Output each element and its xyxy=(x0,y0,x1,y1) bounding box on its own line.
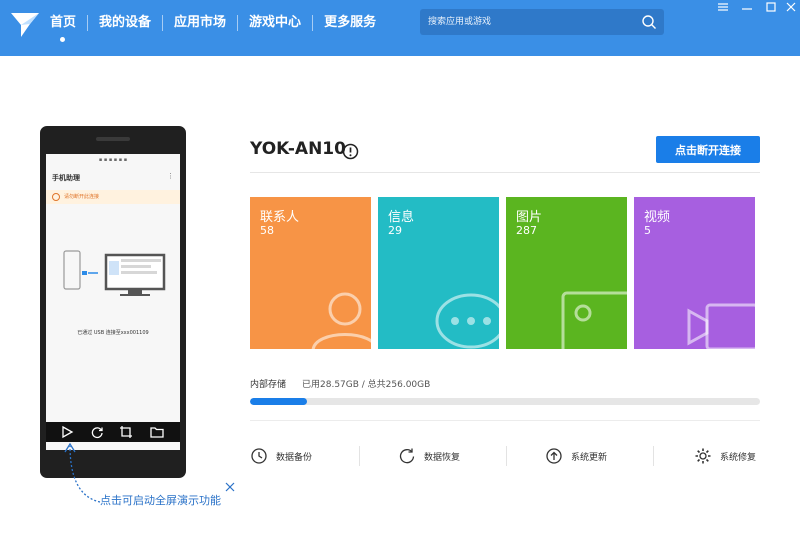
tile-label: 信息 xyxy=(388,210,415,225)
tile-count: 5 xyxy=(644,224,651,237)
warning-icon xyxy=(52,193,60,201)
disconnect-button[interactable]: 点击断开连接 xyxy=(656,136,760,163)
header-divider xyxy=(250,172,760,173)
storage-label: 内部存储 xyxy=(250,380,287,390)
action-label: 系统更新 xyxy=(571,453,608,463)
actions-divider xyxy=(250,420,760,421)
repair-icon xyxy=(695,448,711,464)
tile-label: 图片 xyxy=(516,210,543,225)
device-name: YOK-AN10 xyxy=(250,139,346,159)
menu-icon[interactable] xyxy=(716,2,730,12)
contact-icon xyxy=(311,292,371,349)
tile-count: 58 xyxy=(260,224,274,237)
action-label: 系统修复 xyxy=(720,453,757,463)
tile-count: 287 xyxy=(516,224,537,237)
contacts-tile[interactable]: 联系人 58 xyxy=(250,197,371,349)
update-icon xyxy=(546,448,562,464)
phone-screen[interactable]: ▪ ▪ ▪ ▪ ▪ ▪ 手机助理 ⋮ 请勿断开此连接 已通过 USB 连接至xx… xyxy=(46,154,180,450)
tile-count: 29 xyxy=(388,224,402,237)
message-icon xyxy=(435,293,499,349)
video-icon xyxy=(687,303,755,349)
nav-game-center[interactable]: 游戏中心 xyxy=(238,0,312,46)
action-divider xyxy=(653,446,654,466)
phone-mirror[interactable]: ▪ ▪ ▪ ▪ ▪ ▪ 手机助理 ⋮ 请勿断开此连接 已通过 USB 连接至xx… xyxy=(40,126,186,478)
tile-label: 视频 xyxy=(644,210,671,225)
action-divider xyxy=(506,446,507,466)
storage-usage-text: 已用28.57GB / 总共256.00GB xyxy=(302,380,431,390)
phone-status-bar: ▪ ▪ ▪ ▪ ▪ ▪ xyxy=(98,157,128,163)
search-input[interactable] xyxy=(420,9,634,35)
pictures-tile[interactable]: 图片 287 xyxy=(506,197,627,349)
phone-connection-text: 已通过 USB 连接至xxx001109 xyxy=(77,330,149,336)
system-repair-button[interactable]: 系统修复 xyxy=(694,446,784,466)
phone-speaker xyxy=(96,137,130,141)
picture-icon xyxy=(561,291,627,349)
nav-more-services[interactable]: 更多服务 xyxy=(313,0,387,46)
videos-tile[interactable]: 视频 5 xyxy=(634,197,755,349)
tip-close-icon[interactable] xyxy=(224,481,236,493)
storage-progress-fill xyxy=(250,398,307,405)
system-update-button[interactable]: 系统更新 xyxy=(545,446,645,466)
app-logo-icon[interactable] xyxy=(8,8,42,42)
fullscreen-tip-text: 点击可启动全屏演示功能 xyxy=(100,494,221,507)
search-icon[interactable] xyxy=(641,14,657,30)
data-restore-button[interactable]: 数据恢复 xyxy=(398,446,498,466)
folder-icon[interactable] xyxy=(150,425,164,439)
backup-icon xyxy=(251,448,267,464)
active-indicator xyxy=(60,37,65,42)
phone-warning-banner: 请勿断开此连接 xyxy=(46,190,180,204)
maximize-icon[interactable] xyxy=(764,2,778,12)
tile-label: 联系人 xyxy=(260,210,300,225)
phone-app-title: 手机助理 xyxy=(52,174,80,182)
data-backup-button[interactable]: 数据备份 xyxy=(250,446,360,466)
nav-my-devices[interactable]: 我的设备 xyxy=(88,0,162,46)
minimize-icon[interactable] xyxy=(740,2,754,12)
top-bar: 首页 我的设备 应用市场 游戏中心 更多服务 xyxy=(0,0,800,56)
nav-home-label: 首页 xyxy=(50,15,77,30)
action-label: 数据恢复 xyxy=(424,453,461,463)
main-nav: 首页 我的设备 应用市场 游戏中心 更多服务 xyxy=(50,0,387,46)
storage-progress-bar xyxy=(250,398,760,405)
nav-home[interactable]: 首页 xyxy=(50,0,87,46)
action-divider xyxy=(359,446,360,466)
crop-screenshot-icon[interactable] xyxy=(119,425,133,439)
phone-pc-connection-illustration xyxy=(63,250,166,296)
close-icon[interactable] xyxy=(784,2,798,12)
phone-banner-text: 请勿断开此连接 xyxy=(64,194,100,200)
messages-tile[interactable]: 信息 29 xyxy=(378,197,499,349)
phone-more-icon: ⋮ xyxy=(167,172,174,180)
device-info-icon[interactable] xyxy=(342,143,359,160)
nav-app-market[interactable]: 应用市场 xyxy=(163,0,237,46)
search-box xyxy=(420,9,664,35)
restore-icon xyxy=(399,448,415,464)
action-label: 数据备份 xyxy=(276,453,313,463)
